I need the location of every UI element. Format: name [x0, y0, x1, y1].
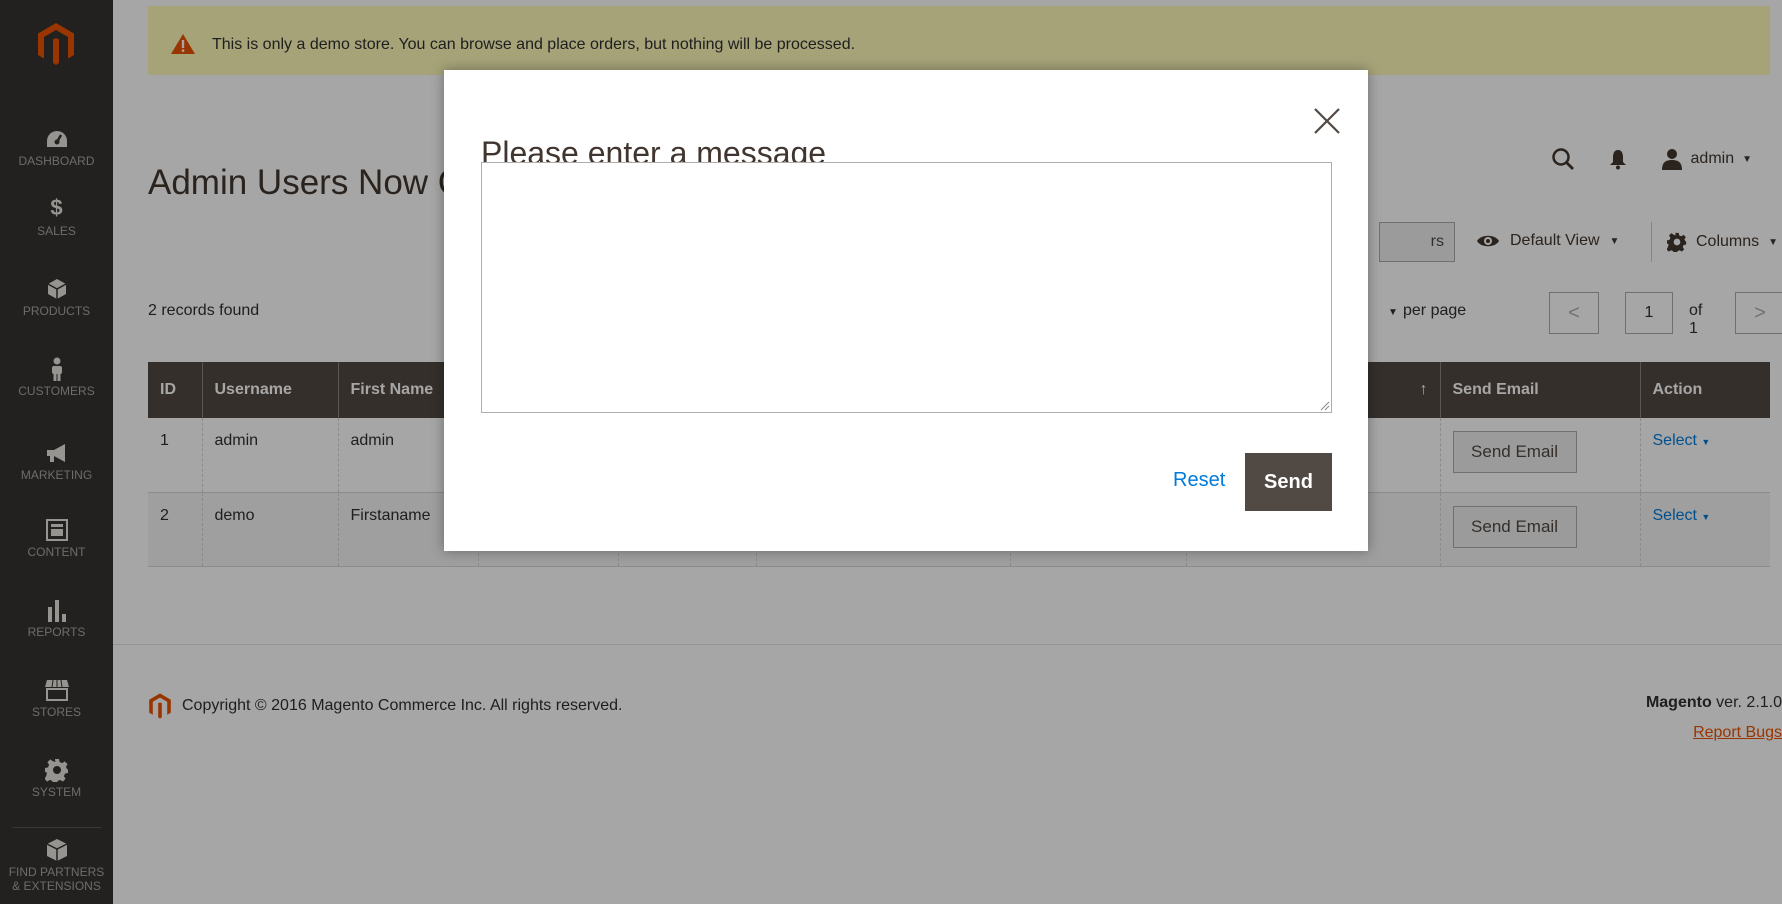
send-button[interactable]: Send [1245, 453, 1332, 511]
message-modal: Please enter a message Reset Send [444, 70, 1368, 551]
close-icon[interactable] [1312, 106, 1342, 136]
resize-grip-icon[interactable] [1320, 401, 1330, 411]
reset-button[interactable]: Reset [1167, 468, 1231, 493]
message-textarea[interactable] [481, 162, 1332, 413]
